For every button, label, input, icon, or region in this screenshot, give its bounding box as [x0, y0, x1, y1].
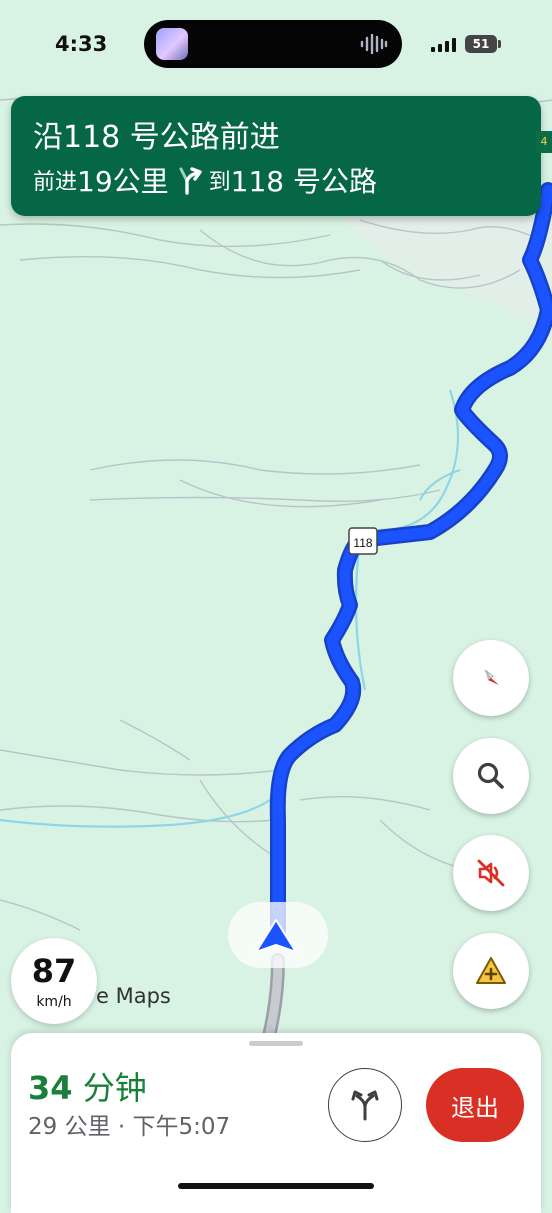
report-incident-button[interactable] [453, 933, 529, 1009]
speed-unit: km/h [36, 994, 72, 1010]
slight-right-turn-icon [179, 167, 202, 195]
eta-duration: 34 分钟 [28, 1063, 147, 1109]
battery-nub [498, 40, 501, 48]
fork-arrows-icon [351, 1090, 379, 1121]
eta-unit: 分钟 [82, 1069, 147, 1107]
distance-prefix: 前进 [33, 170, 78, 195]
navigation-arrow-icon [255, 919, 297, 953]
search-icon [477, 762, 504, 789]
compass-icon [484, 669, 499, 685]
distance-value: 19公里 [77, 165, 169, 198]
home-indicator[interactable] [178, 1183, 374, 1189]
report-incident-icon [476, 957, 506, 984]
then-prefix: 到 [208, 170, 231, 195]
battery-icon: 51 [465, 35, 497, 53]
next-step: 前进 19公里 到 118 号公路 [33, 160, 377, 200]
exit-navigation-button[interactable]: 退出 [426, 1068, 524, 1142]
next-banner-edge: 4 [536, 131, 552, 153]
route-118-shield: 118 [348, 527, 378, 555]
speed-value: 87 [31, 952, 77, 990]
then-road: 118 号公路 [230, 165, 378, 198]
volume-off-icon [477, 859, 505, 887]
map-attribution: e Maps [96, 984, 171, 1008]
alternate-routes-button[interactable] [328, 1068, 402, 1142]
status-bar: 4:33 51 [0, 0, 552, 90]
mute-button[interactable] [453, 835, 529, 911]
speedometer: 87 km/h [11, 938, 97, 1024]
eta-number: 34 [28, 1069, 73, 1107]
compass-button[interactable] [453, 640, 529, 716]
now-playing-artwork [156, 28, 188, 60]
search-button[interactable] [453, 738, 529, 814]
signal-icon [431, 38, 456, 52]
audio-waveform-icon [360, 34, 388, 54]
clock: 4:33 [55, 32, 108, 56]
dynamic-island[interactable] [144, 20, 402, 68]
instruction-text: 沿118 号公路前进 [33, 120, 280, 155]
trip-details: 29 公里 · 下午5:07 [28, 1114, 231, 1140]
sheet-drag-handle[interactable] [249, 1041, 303, 1046]
navigation-banner[interactable]: 沿118 号公路前进 前进 19公里 到 118 号公路 [11, 96, 541, 216]
svg-text:118: 118 [353, 536, 372, 550]
